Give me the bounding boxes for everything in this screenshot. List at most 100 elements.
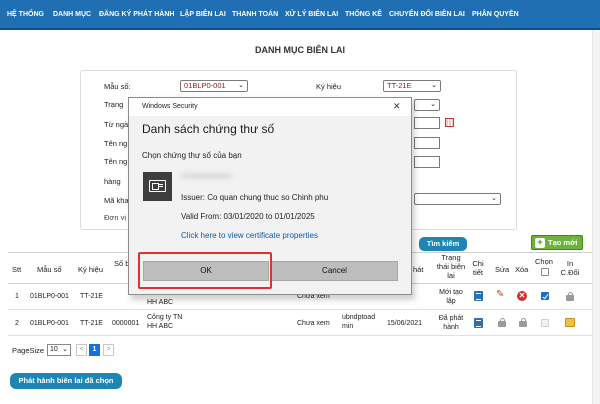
row2-stt: 2 [15,320,19,327]
row1-select-checkbox[interactable] [541,292,549,300]
row2-ngay: 15/06/2021 [387,320,423,327]
header-mau-so: Mẫu số [37,265,62,274]
convert-icon[interactable] [565,318,575,327]
top-navigation: HỆ THỐNG DANH MỤC ĐĂNG KÝ PHÁT HÀNH LẬP … [0,0,600,30]
ky-hieu-value: TT-21E [387,81,412,90]
nav-item-lap-bien-lai[interactable]: LẬP BIÊN LAI [180,0,226,28]
detail-icon[interactable] [474,291,483,301]
nav-item-chuyen-doi-bien-lai[interactable]: CHUYỂN ĐỔI BIÊN LAI [389,0,465,28]
add-new-button[interactable]: + Tạo mới [531,235,583,250]
search-button[interactable]: Tìm kiếm [419,237,467,251]
add-new-label: Tạo mới [548,238,578,247]
dialog-heading: Danh sách chứng thư số [142,122,275,136]
page-size-value: 10 [50,346,58,353]
row1-trang-thai-1: Mới tạo [439,289,463,296]
header-sua: Sửa [495,265,510,274]
row2-ky-hieu: TT-21E [80,320,103,327]
lock-icon [519,318,527,327]
mau-so-select[interactable]: 01BLP0-001 ⌄ [180,80,248,92]
trang-thai-label: Trạng [104,100,124,109]
page-size-label: PageSize [12,346,45,355]
row2-khach-hang-2: HH ABC [147,323,174,330]
header-trang-thai-3: lai [447,271,455,280]
close-icon[interactable]: ✕ [393,101,401,112]
row2-mau-so: 01BLP0-001 [30,320,69,327]
dialog-titlebar: Windows Security ✕ [129,98,411,116]
ky-hieu-select[interactable]: TT-21E ⌄ [383,80,441,92]
lock-icon [566,292,574,301]
header-trang-thai-1: Trạng [441,253,461,262]
trang-thai-select[interactable]: ⌄ [414,99,440,111]
tu-ngay-label: Từ ngà [104,120,129,129]
ten-nguoi-ban-input[interactable] [414,156,440,168]
row2-so: 0000001 [112,320,140,327]
dialog-window-title: Windows Security [142,103,198,110]
nav-item-xu-ly-bien-lai[interactable]: XỬ LÝ BIÊN LAI [285,0,338,28]
header-chon: Chọn [535,257,553,266]
don-vi-label: Đơn vị [104,213,127,222]
ten-nguoi-mua-input[interactable] [414,137,440,149]
row1-mau-so: 01BLP0-001 [30,293,69,300]
header-in-1: In [566,259,574,268]
edit-icon[interactable]: ✎ [496,290,506,300]
nav-item-thong-ke[interactable]: THỐNG KÊ [345,0,382,28]
nav-item-thanh-toan[interactable]: THANH TOÁN [232,0,278,28]
header-chi-tiet-1: Chi [472,259,484,268]
next-page-button[interactable]: > [103,344,114,356]
certificate-properties-link[interactable]: Click here to view certificate propertie… [181,231,318,240]
calendar-icon[interactable] [445,118,454,127]
certificate-issuer: Issuer: Co quan chung thuc so Chinh phu [181,193,329,202]
header-trang-thai-2: thái biên [436,262,466,271]
prev-page-button[interactable]: < [76,344,87,356]
chevron-down-icon: ⌄ [238,82,244,89]
den-ngay-input[interactable] [414,117,440,129]
certificate-validity: Valid From: 03/01/2020 to 01/01/2025 [181,212,315,221]
header-in-2: C.Đổi [560,268,580,277]
nav-item-phan-quyen[interactable]: PHÂN QUYỀN [472,0,519,28]
row1-trang-thai-2: lập [446,298,456,305]
ma-khach-hang-label: Mã kha [104,196,129,205]
nav-item-he-thong[interactable]: HỆ THỐNG [7,0,44,28]
mau-so-label: Mẫu số: [104,82,131,91]
nav-item-dang-ky-phat-hanh[interactable]: ĐĂNG KÝ PHÁT HÀNH [99,0,174,28]
ky-hieu-label: Ký hiệu [316,82,342,91]
dialog-subtitle: Chọn chứng thư số của bạn [142,151,242,160]
certificate-icon[interactable] [143,172,172,201]
row2-trang-thai-2: hành [443,324,459,331]
row2-khach-hang-1: Công ty TN [147,314,183,321]
row2-xem: Chưa xem [297,320,330,327]
header-xoa: Xóa [515,265,529,274]
lock-icon [498,318,506,327]
header-ky-hieu: Ký hiệu [78,265,104,274]
detail-icon[interactable] [474,318,483,328]
ten-nguoi-ban-label: Tên ng [104,157,128,166]
ten-nguoi-mua-label: Tên ng [104,139,128,148]
hang-label: hàng [104,177,121,186]
row2-nguoi-lap-2: min [342,323,354,330]
row1-ky-hieu: TT-21E [80,293,103,300]
ok-button-highlight [138,252,272,289]
nav-item-danh-muc[interactable]: DANH MỤC [53,0,91,28]
row1-stt: 1 [15,293,19,300]
current-page-button[interactable]: 1 [89,344,100,356]
chevron-down-icon: ⌄ [430,101,436,108]
chevron-down-icon: ⌄ [62,346,68,353]
publish-selected-button[interactable]: Phát hành biên lai đã chọn [10,373,122,389]
certificate-name-redacted[interactable] [181,171,241,181]
select-all-checkbox[interactable] [541,268,549,276]
ma-khach-hang-select[interactable]: ⌄ [414,193,501,205]
delete-icon[interactable]: ✕ [517,291,527,301]
row2-select-checkbox [541,319,549,327]
scrollbar[interactable] [592,30,600,404]
mau-so-value: 01BLP0-001 [184,81,226,90]
page-size-select[interactable]: 10 ⌄ [47,344,71,356]
cancel-button[interactable]: Cancel [271,261,398,281]
chevron-down-icon: ⌄ [431,82,437,89]
row2-nguoi-lap-1: ubndptoad [342,314,376,321]
row2-trang-thai-1: Đã phát [438,315,464,322]
page-title: DANH MỤC BIÊN LAI [255,45,345,55]
chevron-down-icon: ⌄ [491,195,497,202]
header-chi-tiet-2: tiết [472,268,483,277]
header-stt: Stt [12,265,22,274]
row1-khach-hang: HH ABC [147,299,174,306]
